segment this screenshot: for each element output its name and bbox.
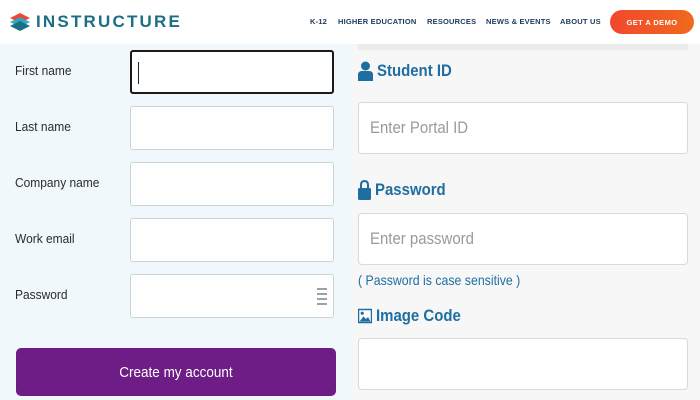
company-name-label: Company name	[15, 175, 100, 190]
site-header: INSTRUCTURE K-12 HIGHER EDUCATION RESOUR…	[0, 0, 700, 44]
image-code-heading: Image Code	[358, 306, 472, 326]
work-email-input[interactable]	[130, 218, 334, 262]
password-label: Password	[15, 287, 68, 302]
company-name-input[interactable]	[130, 162, 334, 206]
nav-item-about-us[interactable]: ABOUT US	[560, 17, 601, 26]
password-hint: ( Password is case sensitive )	[358, 272, 521, 288]
nav-item-higher-education[interactable]: HIGHER EDUCATION	[338, 17, 416, 26]
login-password-input[interactable]: Enter password	[358, 213, 688, 265]
student-id-heading: Student ID	[358, 61, 462, 81]
first-name-label: First name	[15, 63, 72, 78]
create-account-label: Create my account	[119, 363, 233, 381]
password-heading: Password	[358, 180, 455, 200]
brand-name: INSTRUCTURE	[36, 12, 183, 31]
user-icon	[358, 61, 373, 81]
panel-top-strip	[358, 44, 688, 50]
first-name-input[interactable]	[130, 50, 334, 94]
image-code-input[interactable]	[358, 338, 688, 390]
work-email-label: Work email	[15, 231, 75, 246]
lock-icon	[358, 180, 371, 200]
last-name-label: Last name	[15, 119, 71, 134]
nav-item-news-events[interactable]: NEWS & EVENTS	[486, 17, 551, 26]
password-manager-icon[interactable]	[317, 288, 327, 308]
last-name-input[interactable]	[130, 106, 334, 150]
image-icon	[358, 308, 372, 324]
nav-item-resources[interactable]: RESOURCES	[427, 17, 476, 26]
get-a-demo-button[interactable]: GET A DEMO	[610, 10, 694, 34]
nav-item-k12[interactable]: K-12	[310, 17, 327, 26]
signup-password-input[interactable]	[130, 274, 334, 318]
create-account-button[interactable]: Create my account	[16, 348, 336, 396]
instructure-logo-icon	[10, 13, 30, 31]
brand-logo[interactable]: INSTRUCTURE	[10, 10, 182, 34]
text-cursor	[138, 62, 139, 84]
student-id-input[interactable]: Enter Portal ID	[358, 102, 688, 154]
